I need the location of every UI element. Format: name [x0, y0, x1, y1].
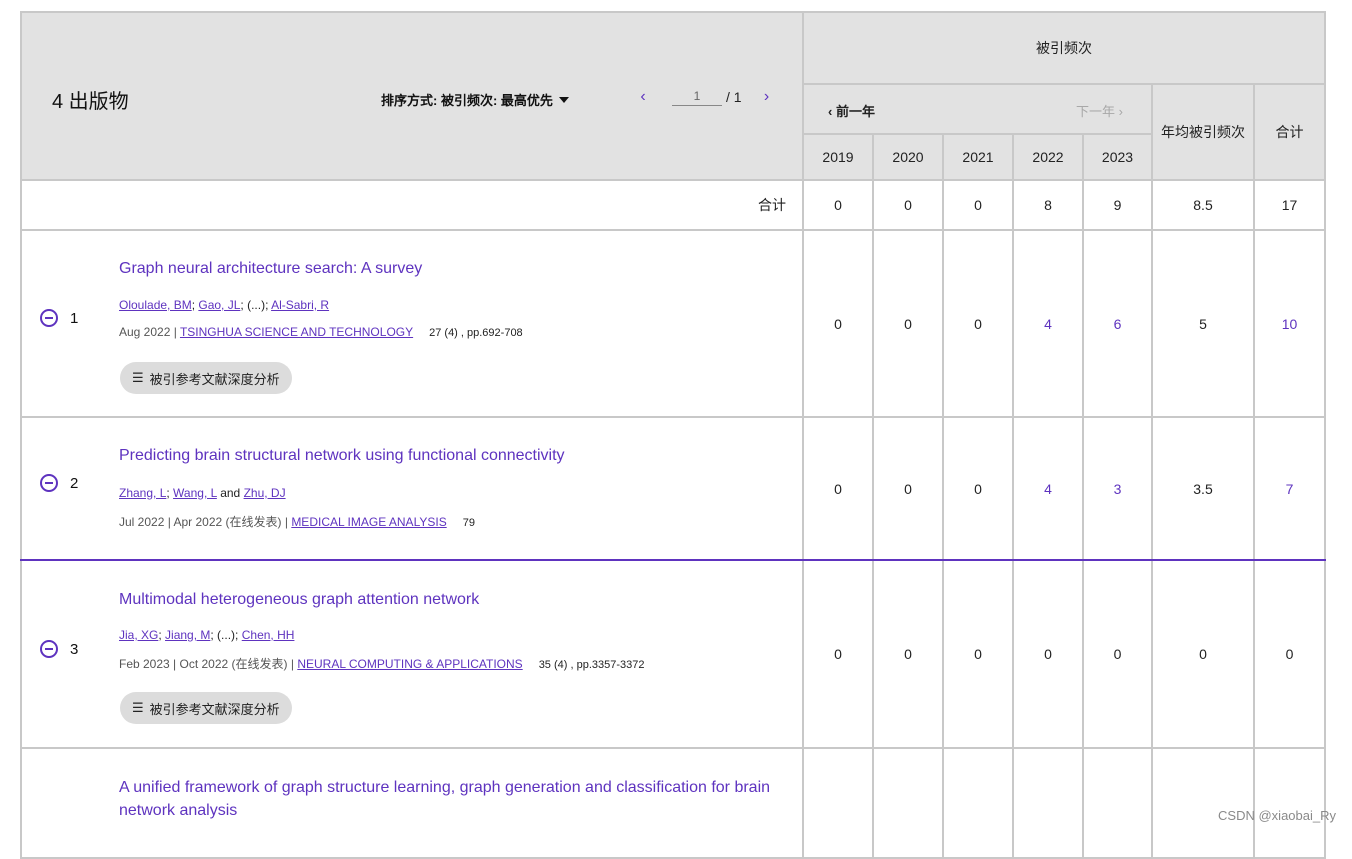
sort-dropdown[interactable]: 排序方式: 被引频次: 最高优先 [381, 90, 569, 109]
publication-meta: Aug 2022 | TSINGHUA SCIENCE AND TECHNOLO… [119, 325, 523, 339]
average-per-year-header: 年均被引频次 [1151, 83, 1255, 181]
citation-average: 0 [1151, 559, 1255, 749]
table-row: 2 Predicting brain structural network us… [20, 416, 1327, 561]
publication-title[interactable]: Predicting brain structural network usin… [119, 444, 789, 467]
author-link[interactable]: Al-Sabri, R [271, 298, 329, 312]
page-total: / 1 [726, 88, 742, 105]
journal-link[interactable]: NEURAL COMPUTING & APPLICATIONS [297, 657, 522, 671]
year-2019-header: 2019 [802, 133, 874, 181]
publication-cell: A unified framework of graph structure l… [20, 747, 804, 859]
total-average: 8.5 [1151, 179, 1255, 231]
author-list: Jia, XG; Jiang, M; (...); Chen, HH [119, 628, 295, 642]
total-header: 合计 [1252, 83, 1327, 181]
citation-total-link[interactable]: 7 [1252, 416, 1327, 561]
year-2022-header: 2022 [1012, 133, 1084, 181]
publications-header: 4 出版物 排序方式: 被引频次: 最高优先 ‹ / 1 › [20, 11, 804, 181]
chevron-left-icon[interactable]: ‹ [636, 88, 650, 106]
author-link[interactable]: Oloulade, BM [119, 298, 192, 312]
collapse-icon[interactable] [40, 640, 58, 658]
citation-count: 0 [802, 416, 874, 561]
times-cited-header: 被引频次 [801, 11, 1327, 85]
year-2021-header: 2021 [942, 133, 1014, 181]
publication-count: 4 出版物 [52, 91, 129, 113]
citation-count: 0 [1012, 559, 1084, 749]
citation-count: 0 [802, 229, 874, 418]
author-list: Oloulade, BM; Gao, JL; (...); Al-Sabri, … [119, 298, 330, 312]
citation-count-link[interactable]: 6 [1082, 229, 1153, 418]
publication-cell: 1 Graph neural architecture search: A su… [20, 229, 804, 418]
author-link[interactable]: Jia, XG [119, 628, 158, 642]
publication-index: 3 [70, 641, 79, 658]
publication-title[interactable]: Graph neural architecture search: A surv… [119, 257, 789, 280]
citation-count: 0 [872, 229, 944, 418]
collapse-icon[interactable] [40, 474, 58, 492]
totals-label: 合计 [20, 179, 804, 231]
author-link[interactable]: Zhu, DJ [244, 486, 286, 500]
chevron-left-icon: ‹ [828, 104, 836, 119]
citation-count: 0 [942, 559, 1014, 749]
year-navigation: ‹ 前一年 下一年 › [802, 83, 1153, 135]
citation-count-link[interactable]: 4 [1012, 229, 1084, 418]
year-2023-header: 2023 [1082, 133, 1153, 181]
citation-total: 0 [1252, 559, 1327, 749]
table-row: A unified framework of graph structure l… [20, 747, 1327, 859]
author-link[interactable]: Zhang, L [119, 486, 166, 500]
citation-average: 3.5 [1151, 416, 1255, 561]
publication-title[interactable]: Multimodal heterogeneous graph attention… [119, 588, 789, 611]
citation-count: 0 [802, 559, 874, 749]
table-row: 3 Multimodal heterogeneous graph attenti… [20, 559, 1327, 749]
publication-meta: Feb 2023 | Oct 2022 (在线发表) | NEURAL COMP… [119, 657, 645, 671]
author-link[interactable]: Wang, L [173, 486, 217, 500]
publication-index: 2 [70, 475, 79, 492]
citation-count: 0 [942, 416, 1014, 561]
chevron-right-icon: › [1115, 104, 1123, 119]
journal-link[interactable]: MEDICAL IMAGE ANALYSIS [291, 515, 446, 529]
total-sum: 17 [1252, 179, 1327, 231]
author-link[interactable]: Jiang, M [165, 628, 210, 642]
cited-reference-analysis-button[interactable]: ☰ 被引参考文献深度分析 [120, 362, 292, 394]
next-year-button: 下一年 › [1076, 104, 1123, 119]
citation-report-table: 4 出版物 排序方式: 被引频次: 最高优先 ‹ / 1 › 被引频次 ‹ 前一… [20, 11, 1327, 859]
year-2020-header: 2020 [872, 133, 944, 181]
publication-title[interactable]: A unified framework of graph structure l… [119, 776, 789, 822]
pagination: ‹ / 1 › [636, 87, 774, 106]
author-link[interactable]: Chen, HH [242, 628, 295, 642]
total-count: 8 [1012, 179, 1084, 231]
caret-down-icon [558, 96, 569, 103]
citation-total-link[interactable]: 10 [1252, 229, 1327, 418]
collapse-icon[interactable] [40, 309, 58, 327]
table-row: 1 Graph neural architecture search: A su… [20, 229, 1327, 418]
chevron-right-icon[interactable]: › [760, 88, 774, 106]
citation-count: 0 [872, 416, 944, 561]
author-list: Zhang, L; Wang, L and Zhu, DJ [119, 486, 286, 500]
total-count: 9 [1082, 179, 1153, 231]
total-count: 0 [942, 179, 1014, 231]
sort-label: 排序方式: 被引频次: 最高优先 [381, 93, 553, 108]
publication-meta: Jul 2022 | Apr 2022 (在线发表) | MEDICAL IMA… [119, 515, 475, 529]
citation-count: 0 [1082, 559, 1153, 749]
publication-index: 1 [70, 310, 79, 327]
citation-count: 0 [942, 229, 1014, 418]
citation-count-link[interactable]: 3 [1082, 416, 1153, 561]
citation-average: 5 [1151, 229, 1255, 418]
citation-count: 0 [872, 559, 944, 749]
cited-reference-analysis-button[interactable]: ☰ 被引参考文献深度分析 [120, 692, 292, 724]
previous-year-button[interactable]: ‹ 前一年 [828, 101, 875, 120]
journal-link[interactable]: TSINGHUA SCIENCE AND TECHNOLOGY [180, 325, 413, 339]
publication-cell: 3 Multimodal heterogeneous graph attenti… [20, 559, 804, 749]
publication-cell: 2 Predicting brain structural network us… [20, 416, 804, 561]
total-count: 0 [802, 179, 874, 231]
list-star-icon: ☰ [132, 700, 144, 715]
citation-count-link[interactable]: 4 [1012, 416, 1084, 561]
list-star-icon: ☰ [132, 370, 144, 385]
author-link[interactable]: Gao, JL [198, 298, 240, 312]
totals-row: 合计 0 0 0 8 9 8.5 17 [20, 179, 1327, 231]
page-number-input[interactable] [672, 87, 722, 106]
total-count: 0 [872, 179, 944, 231]
watermark: CSDN @xiaobai_Ry [1218, 808, 1336, 823]
